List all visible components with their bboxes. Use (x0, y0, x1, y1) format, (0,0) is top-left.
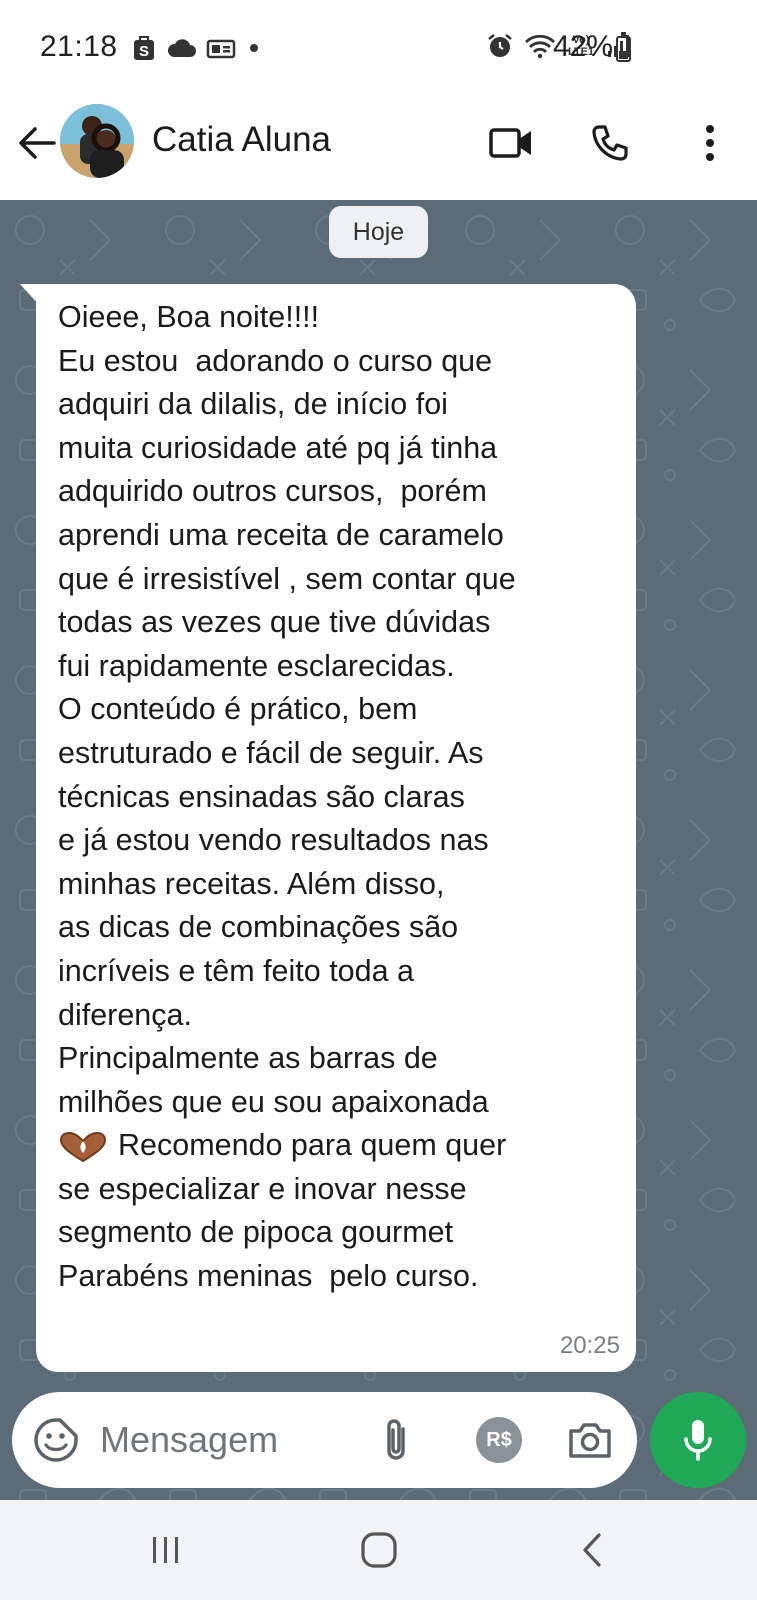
home-button[interactable] (349, 1522, 409, 1578)
camera-icon (569, 1423, 611, 1458)
battery-icon (616, 32, 631, 62)
message-emoji-line: Recomendo para quem quer (118, 1128, 507, 1163)
back-icon (583, 1533, 601, 1567)
payment-icon: R$ (486, 1428, 512, 1451)
message-bubble[interactable]: Oieee, Boa noite!!!! Eu estou adorando o… (36, 284, 636, 1372)
date-chip: Hoje (329, 206, 428, 258)
message-input-bar: R$ (12, 1392, 637, 1488)
camera-button[interactable] (564, 1414, 616, 1466)
video-call-button[interactable] (484, 116, 538, 170)
message-ending: se especializar e inovar nesse segmento … (58, 1171, 479, 1294)
status-time: 21:18 (40, 30, 118, 63)
message-body: Oieee, Boa noite!!!! Eu estou adorando o… (58, 300, 516, 1119)
more-options-icon (706, 125, 714, 161)
home-icon (361, 1532, 397, 1568)
chat-area[interactable]: Hoje Oieee, Boa noite!!!! Eu estou adora… (0, 200, 757, 1500)
battery-percent: 42% (553, 30, 614, 63)
s-badge-icon: S (134, 36, 154, 60)
system-nav-bar (0, 1500, 757, 1600)
recent-apps-button[interactable] (136, 1522, 196, 1578)
nav-back-button[interactable] (562, 1522, 622, 1578)
recent-apps-icon (153, 1537, 178, 1563)
work-icon (206, 39, 236, 59)
alarm-icon (488, 34, 512, 57)
attach-button[interactable] (372, 1416, 420, 1464)
back-arrow-icon (19, 127, 56, 159)
status-left-icons: S (132, 34, 262, 62)
svg-text:S: S (139, 43, 149, 60)
phone-call-icon (592, 125, 628, 161)
sticker-button[interactable] (32, 1416, 80, 1464)
contact-name[interactable]: Catia Aluna (152, 120, 331, 160)
dot-icon (250, 44, 258, 52)
sticker-icon (34, 1418, 78, 1462)
video-call-icon (489, 128, 531, 158)
chat-header: Catia Aluna (0, 100, 757, 200)
cloud-icon (167, 39, 196, 57)
voice-record-button[interactable] (650, 1392, 746, 1488)
status-bar: 21:18 S Vo) LTE1 42% (0, 0, 757, 100)
avatar-image (60, 104, 134, 178)
attach-icon (387, 1419, 405, 1460)
battery-fill (619, 51, 628, 59)
avatar[interactable] (60, 104, 134, 178)
message-text: Oieee, Boa noite!!!! Eu estou adorando o… (58, 296, 638, 1299)
voice-call-button[interactable] (583, 116, 637, 170)
heart-hands-emoji (59, 1132, 107, 1163)
message-time: 20:25 (559, 1332, 620, 1359)
payment-button[interactable]: R$ (476, 1417, 522, 1463)
message-input[interactable] (100, 1412, 350, 1468)
mic-icon (684, 1420, 712, 1461)
more-options-button[interactable] (683, 116, 737, 170)
wifi-icon (525, 34, 555, 59)
back-button[interactable] (14, 120, 60, 166)
